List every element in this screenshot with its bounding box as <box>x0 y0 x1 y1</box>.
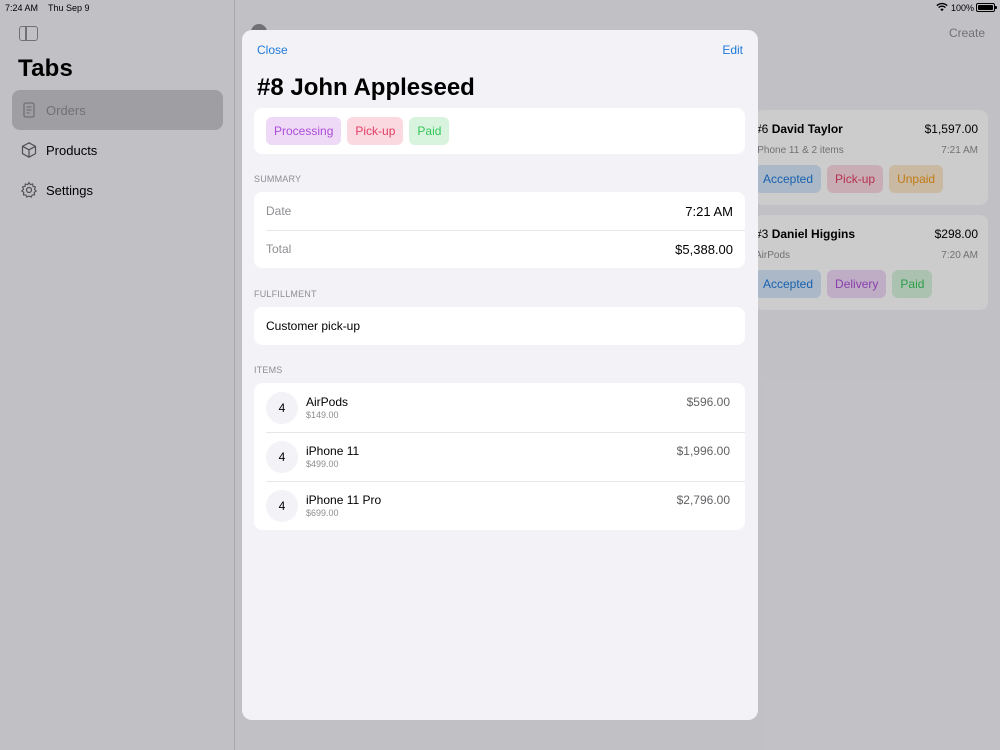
item-quantity: 4 <box>266 391 298 424</box>
item-name: iPhone 11 <box>306 444 360 458</box>
list-item[interactable]: 4 AirPods $149.00 $596.00 <box>254 383 745 432</box>
summary-section-header: SUMMARY <box>254 174 302 184</box>
summary-group: Date 7:21 AM Total $5,388.00 <box>254 192 745 268</box>
item-quantity: 4 <box>266 489 298 522</box>
item-total: $596.00 <box>686 395 730 409</box>
order-status-tags: Processing Pick-up Paid <box>254 108 745 154</box>
date-value: 7:21 AM <box>685 203 733 219</box>
item-info: iPhone 11 $499.00 <box>306 432 677 469</box>
fulfillment-group: Customer pick-up <box>254 307 745 345</box>
item-name: iPhone 11 Pro <box>306 493 382 507</box>
item-unit-price: $149.00 <box>306 410 339 420</box>
item-info: iPhone 11 Pro $699.00 <box>306 481 677 518</box>
item-info: AirPods $149.00 <box>306 383 687 420</box>
list-item[interactable]: 4 iPhone 11 Pro $699.00 $2,796.00 <box>254 481 745 530</box>
summary-date-row: Date 7:21 AM <box>254 192 745 230</box>
fulfillment-value: Customer pick-up <box>266 319 361 333</box>
page-title: #8 John Appleseed <box>257 74 475 101</box>
total-value: $5,388.00 <box>675 241 733 257</box>
order-detail-sheet: Close Edit #8 John Appleseed Processing … <box>242 30 758 720</box>
fulfillment-row: Customer pick-up <box>254 307 745 345</box>
item-unit-price: $699.00 <box>306 508 339 518</box>
date-label: Date <box>266 204 292 218</box>
items-group: 4 AirPods $149.00 $596.00 4 iPhone 11 $4… <box>254 383 745 530</box>
item-total: $1,996.00 <box>676 444 730 458</box>
item-quantity: 4 <box>266 440 298 473</box>
item-unit-price: $499.00 <box>306 459 339 469</box>
fulfillment-section-header: FULFILLMENT <box>254 289 317 299</box>
close-button[interactable]: Close <box>257 43 288 57</box>
edit-button[interactable]: Edit <box>722 43 743 57</box>
status-badge: Paid <box>409 117 450 145</box>
item-name: AirPods <box>306 395 349 409</box>
list-item[interactable]: 4 iPhone 11 $499.00 $1,996.00 <box>254 432 745 481</box>
status-badge: Pick-up <box>347 117 404 145</box>
total-label: Total <box>266 242 292 256</box>
summary-total-row: Total $5,388.00 <box>254 230 745 268</box>
status-badge: Processing <box>266 117 342 145</box>
items-section-header: ITEMS <box>254 365 283 375</box>
item-total: $2,796.00 <box>676 493 730 507</box>
